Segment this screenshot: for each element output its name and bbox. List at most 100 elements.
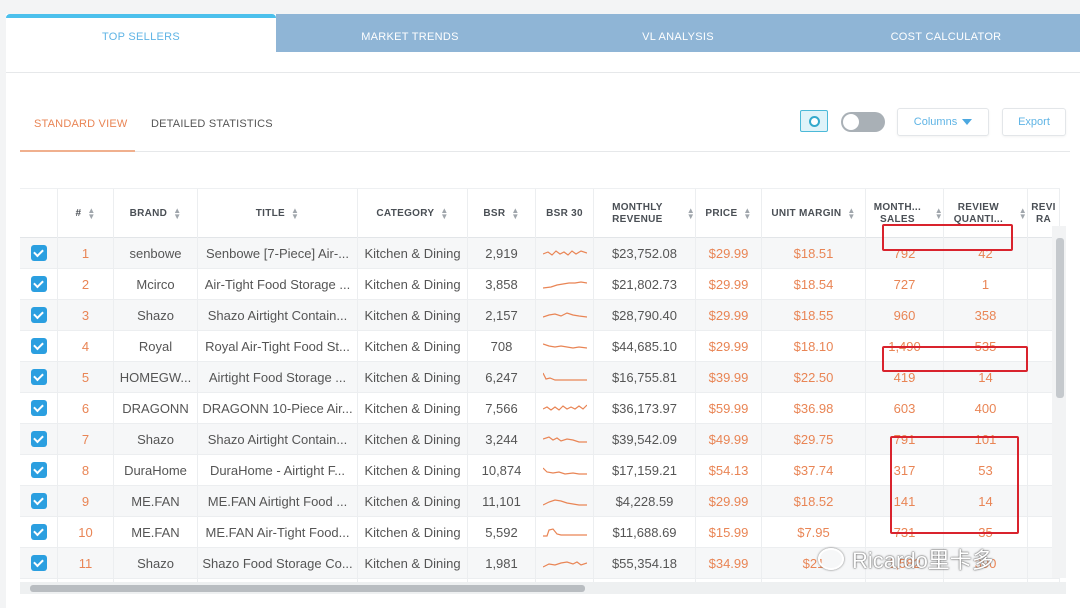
column-header[interactable]: MONTHLY REVENUE ▲ ▼ bbox=[594, 189, 696, 238]
cell-title[interactable]: Air-Tight Food Storage ... bbox=[198, 269, 358, 299]
row-checkbox[interactable] bbox=[30, 307, 47, 323]
cell-bsr: 1,981 bbox=[468, 548, 536, 578]
bsr-sparkline bbox=[536, 238, 594, 268]
table-row[interactable]: 6 DRAGONN DRAGONN 10-Piece Air... Kitchen &… bbox=[20, 393, 1060, 424]
cell-category: Kitchen & Dining bbox=[358, 393, 468, 423]
cell-title[interactable]: Shazo Airtight Contain... bbox=[198, 300, 358, 330]
cell-title[interactable]: DRAGONN 10-Piece Air... bbox=[198, 393, 358, 423]
cell-price: $34.99 bbox=[696, 548, 762, 578]
scroll-thumb[interactable] bbox=[1056, 238, 1064, 398]
column-header[interactable]: PRICE ▲ ▼ bbox=[696, 189, 762, 238]
cell-bsr: 5,592 bbox=[468, 517, 536, 547]
row-checkbox[interactable] bbox=[30, 338, 47, 354]
cell-revenue: $11,688.69 bbox=[594, 517, 696, 547]
sort-icon[interactable]: ▲ ▼ bbox=[743, 206, 751, 220]
cell-bsr: 10,874 bbox=[468, 455, 536, 485]
cell-n: 9 bbox=[58, 486, 114, 516]
column-header[interactable]: BSR 30 bbox=[536, 189, 594, 238]
tab-standard-view[interactable]: STANDARD VIEW bbox=[34, 118, 127, 130]
cell-sales: 960 bbox=[866, 300, 944, 330]
row-checkbox[interactable] bbox=[30, 245, 47, 261]
tab-vl-analysis[interactable]: VL ANALYSIS bbox=[544, 14, 812, 52]
cell-brand: senbowe bbox=[114, 238, 198, 268]
row-checkbox[interactable] bbox=[30, 400, 47, 416]
column-header-label: MONTH... SALES bbox=[873, 201, 922, 225]
cell-price: $49.99 bbox=[696, 424, 762, 454]
cell-title[interactable]: ME.FAN Air-Tight Food... bbox=[198, 517, 358, 547]
columns-button[interactable]: Columns bbox=[897, 108, 989, 136]
sort-icon[interactable]: ▲ ▼ bbox=[173, 206, 181, 220]
sort-icon[interactable]: ▲ ▼ bbox=[687, 206, 695, 220]
checkbox-cell bbox=[20, 393, 58, 423]
sort-icon[interactable]: ▲ ▼ bbox=[847, 206, 855, 220]
cell-bsr: 11,101 bbox=[468, 486, 536, 516]
checkbox-cell bbox=[20, 548, 58, 578]
subview-bar: STANDARD VIEW DETAILED STATISTICS Column… bbox=[20, 108, 1070, 152]
sort-icon[interactable]: ▲ ▼ bbox=[291, 206, 299, 220]
cell-margin: $18.52 bbox=[762, 486, 866, 516]
cell-revenue: $23,752.08 bbox=[594, 238, 696, 268]
watermark-text: Ricardo里卡多 bbox=[852, 548, 994, 573]
scroll-thumb[interactable] bbox=[30, 585, 585, 592]
sort-icon[interactable]: ▲ ▼ bbox=[511, 206, 519, 220]
cell-brand: Shazo bbox=[114, 424, 198, 454]
cell-brand: Royal bbox=[114, 331, 198, 361]
cell-brand: ME.FAN bbox=[114, 517, 198, 547]
cell-n: 4 bbox=[58, 331, 114, 361]
column-header[interactable]: CATEGORY ▲ ▼ bbox=[358, 189, 468, 238]
cell-revenue: $17,159.21 bbox=[594, 455, 696, 485]
row-checkbox[interactable] bbox=[30, 276, 47, 292]
column-header-label: # bbox=[75, 207, 82, 219]
table-row[interactable]: 2 Mcirco Air-Tight Food Storage ... Kitchen… bbox=[20, 269, 1060, 300]
cell-title[interactable]: Shazo Airtight Contain... bbox=[198, 424, 358, 454]
row-checkbox[interactable] bbox=[30, 493, 47, 509]
cell-brand: Shazo bbox=[114, 548, 198, 578]
camera-icon[interactable] bbox=[800, 110, 828, 132]
sort-icon[interactable]: ▲ ▼ bbox=[1019, 206, 1027, 220]
horizontal-scrollbar[interactable] bbox=[20, 582, 1066, 594]
sort-icon[interactable]: ▲ ▼ bbox=[87, 206, 95, 220]
cell-title[interactable]: Royal Air-Tight Food St... bbox=[198, 331, 358, 361]
column-header-label: TITLE bbox=[255, 207, 286, 219]
cell-title[interactable]: Airtight Food Storage ... bbox=[198, 362, 358, 392]
row-checkbox[interactable] bbox=[30, 369, 47, 385]
cell-title[interactable]: DuraHome - Airtight F... bbox=[198, 455, 358, 485]
column-header[interactable]: BRAND ▲ ▼ bbox=[114, 189, 198, 238]
column-header[interactable]: TITLE ▲ ▼ bbox=[198, 189, 358, 238]
row-checkbox[interactable] bbox=[30, 431, 47, 447]
divider bbox=[6, 72, 1080, 73]
checkbox-cell bbox=[20, 517, 58, 547]
cell-sales: 727 bbox=[866, 269, 944, 299]
column-header-label: BSR 30 bbox=[546, 207, 583, 219]
column-header-label: MONTHLY REVENUE bbox=[612, 201, 663, 225]
cell-category: Kitchen & Dining bbox=[358, 300, 468, 330]
sort-icon[interactable]: ▲ ▼ bbox=[440, 206, 448, 220]
cell-price: $54.13 bbox=[696, 455, 762, 485]
column-header[interactable]: UNIT MARGIN ▲ ▼ bbox=[762, 189, 866, 238]
row-checkbox[interactable] bbox=[30, 462, 47, 478]
table-row[interactable]: 3 Shazo Shazo Airtight Contain... Kitchen &… bbox=[20, 300, 1060, 331]
cell-title[interactable]: Senbowe [7-Piece] Air-... bbox=[198, 238, 358, 268]
column-header[interactable]: # ▲ ▼ bbox=[58, 189, 114, 238]
tab-cost-calculator[interactable]: COST CALCULATOR bbox=[812, 14, 1080, 52]
tab-detailed-statistics[interactable]: DETAILED STATISTICS bbox=[151, 118, 273, 130]
column-header[interactable]: BSR ▲ ▼ bbox=[468, 189, 536, 238]
cell-revenue: $44,685.10 bbox=[594, 331, 696, 361]
view-toggle[interactable] bbox=[841, 112, 885, 132]
sort-icon[interactable]: ▲ ▼ bbox=[935, 206, 943, 220]
column-header-label: PRICE bbox=[705, 207, 738, 219]
cell-revenue: $39,542.09 bbox=[594, 424, 696, 454]
export-button[interactable]: Export bbox=[1002, 108, 1066, 136]
column-header-label: BRAND bbox=[129, 207, 168, 219]
vertical-scrollbar[interactable] bbox=[1052, 226, 1066, 578]
tab-top-sellers[interactable]: TOP SELLERS bbox=[6, 14, 276, 52]
cell-revenue: $55,354.18 bbox=[594, 548, 696, 578]
toggle-knob bbox=[843, 114, 859, 130]
cell-title[interactable]: Shazo Food Storage Co... bbox=[198, 548, 358, 578]
row-checkbox[interactable] bbox=[30, 524, 47, 540]
bsr-sparkline bbox=[536, 362, 594, 392]
cell-brand: Mcirco bbox=[114, 269, 198, 299]
tab-market-trends[interactable]: MARKET TRENDS bbox=[276, 14, 544, 52]
cell-title[interactable]: ME.FAN Airtight Food ... bbox=[198, 486, 358, 516]
row-checkbox[interactable] bbox=[30, 555, 47, 571]
